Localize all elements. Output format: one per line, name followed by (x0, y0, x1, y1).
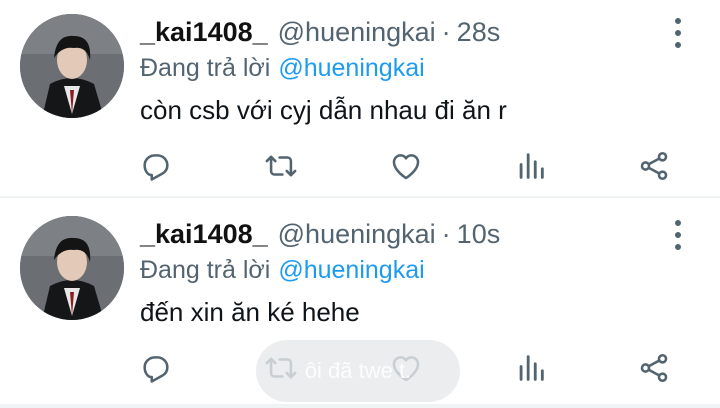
tweet-header: _kai1408_ @hueningkai · 10s (140, 216, 500, 252)
view-stats-button[interactable] (511, 146, 551, 186)
share-button[interactable] (634, 348, 674, 388)
replying-prefix: Đang trả lời (140, 255, 271, 284)
avatar[interactable] (20, 216, 124, 320)
tweet-header: _kai1408_ @hueningkai · 28s (140, 14, 500, 50)
user-handle[interactable]: @hueningkai (278, 219, 436, 250)
retweet-icon (265, 155, 297, 177)
retweet-button[interactable] (261, 146, 301, 186)
view-stats-button[interactable] (511, 348, 551, 388)
more-vertical-icon[interactable] (668, 18, 688, 48)
display-name[interactable]: _kai1408_ (140, 219, 268, 250)
divider (0, 196, 720, 198)
separator-dot: · (441, 218, 451, 249)
more-vertical-icon[interactable] (668, 220, 688, 250)
tweet-actions (0, 146, 720, 186)
divider (0, 404, 720, 408)
replying-to: Đang trả lời @hueningkai (140, 50, 425, 86)
toast-notification: ôi đã twe t. (256, 340, 460, 402)
reply-button[interactable] (136, 348, 176, 388)
tweet-timestamp[interactable]: 28s (457, 17, 501, 48)
avatar-image (20, 216, 124, 320)
mention-link[interactable]: @hueningkai (278, 54, 424, 83)
reply-icon (143, 356, 169, 383)
display-name[interactable]: _kai1408_ (140, 17, 268, 48)
user-handle[interactable]: @hueningkai (278, 17, 436, 48)
share-icon (640, 151, 668, 181)
heart-icon (392, 154, 420, 180)
avatar-image (20, 14, 124, 118)
reply-button[interactable] (136, 146, 176, 186)
separator-dot: · (441, 16, 451, 47)
tweet[interactable]: _kai1408_ @hueningkai · 28s Đang trả lời… (0, 0, 720, 202)
replying-prefix: Đang trả lời (140, 53, 271, 82)
replying-to: Đang trả lời @hueningkai (140, 252, 425, 288)
toast-text: ôi đã twe t. (304, 358, 412, 383)
tweet-text: đến xin ăn ké hehe (140, 296, 360, 327)
reply-icon (143, 154, 169, 181)
bar-chart-icon (519, 355, 544, 381)
tweet-text: còn csb với cyj dẫn nhau đi ăn r (140, 94, 507, 125)
like-button[interactable] (386, 146, 426, 186)
tweet-timestamp[interactable]: 10s (457, 219, 501, 250)
share-button[interactable] (634, 146, 674, 186)
avatar[interactable] (20, 14, 124, 118)
share-icon (640, 353, 668, 383)
mention-link[interactable]: @hueningkai (278, 256, 424, 285)
bar-chart-icon (519, 153, 544, 179)
